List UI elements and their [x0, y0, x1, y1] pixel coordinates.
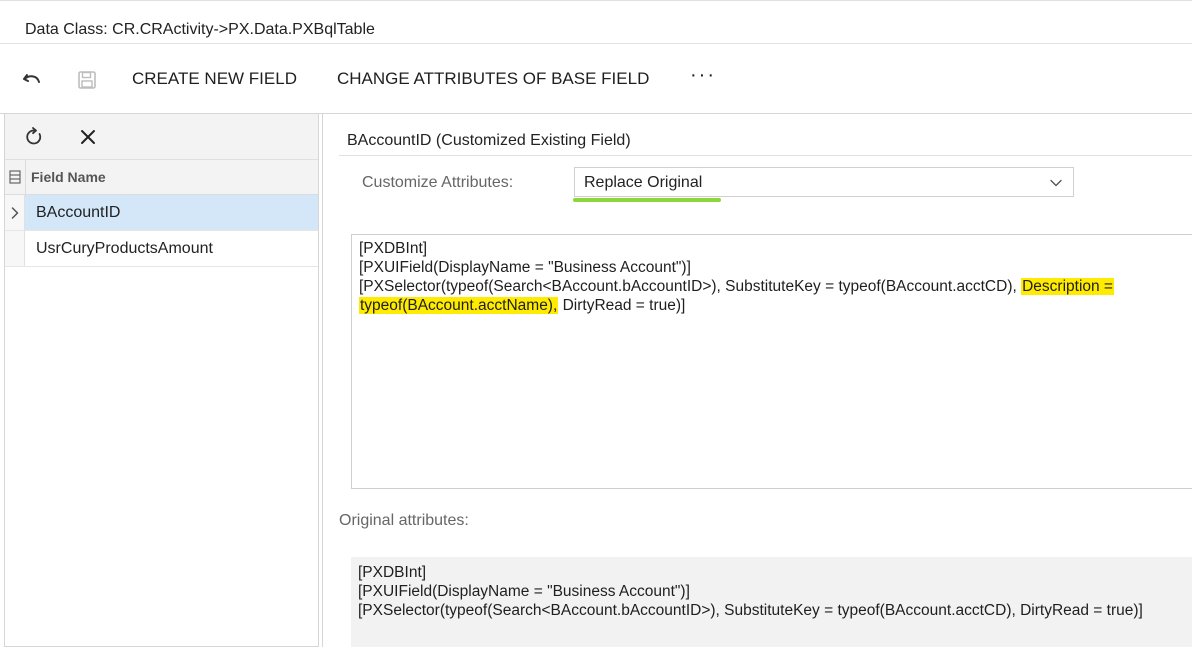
original-attributes-box: [PXDBInt] [PXUIField(DisplayName = "Busi… [351, 557, 1192, 647]
grid-header: Field Name [5, 160, 318, 195]
section-title: BAccountID (Customized Existing Field) [339, 132, 1192, 156]
field-list-panel: Field Name BAccountID UsrCuryProductsAmo… [4, 114, 319, 647]
highlighted-text: typeof(BAccount.acctName), [359, 297, 559, 314]
table-row[interactable]: BAccountID [5, 195, 318, 231]
original-attributes-label: Original attributes: [339, 512, 469, 529]
editor-text: [PXSelector(typeof(Search<BAccount.bAcco… [359, 278, 1022, 295]
focus-underline [573, 198, 721, 202]
more-menu-icon[interactable]: ··· [690, 64, 716, 87]
customize-attributes-value: Replace Original [584, 174, 703, 191]
editor-line: [PXDBInt] [359, 240, 428, 257]
create-new-field-button[interactable]: CREATE NEW FIELD [132, 69, 297, 89]
customize-attributes-select[interactable]: Replace Original [574, 167, 1074, 197]
main-toolbar: CREATE NEW FIELD CHANGE ATTRIBUTES OF BA… [0, 44, 1192, 114]
field-list-toolbar [5, 114, 318, 160]
original-line: [PXUIField(DisplayName = "Business Accou… [358, 583, 690, 600]
table-row[interactable]: UsrCuryProductsAmount [5, 231, 318, 267]
column-settings-icon[interactable] [7, 168, 23, 186]
editor-text: DirtyRead = true)] [558, 297, 686, 314]
field-name-cell[interactable]: BAccountID [25, 195, 318, 230]
row-selector-icon[interactable] [5, 195, 25, 230]
editor-line: typeof(BAccount.acctName), DirtyRead = t… [359, 296, 685, 315]
original-line: [PXDBInt] [358, 564, 427, 581]
page-header: Data Class: CR.CRActivity->PX.Data.PXBql… [0, 0, 1192, 44]
field-name-cell[interactable]: UsrCuryProductsAmount [25, 231, 318, 266]
header-separator [25, 160, 26, 195]
refresh-icon[interactable] [23, 126, 45, 148]
save-icon[interactable] [75, 68, 99, 92]
chevron-down-icon[interactable] [1049, 176, 1063, 190]
customize-attributes-label: Customize Attributes: [362, 174, 514, 191]
highlighted-text: Description = [1021, 278, 1114, 295]
row-selector[interactable] [5, 231, 25, 266]
page-title: Data Class: CR.CRActivity->PX.Data.PXBql… [25, 21, 375, 38]
editor-line: [PXSelector(typeof(Search<BAccount.bAcco… [359, 277, 1114, 296]
original-line: [PXSelector(typeof(Search<BAccount.bAcco… [358, 602, 1143, 619]
close-icon[interactable] [77, 126, 99, 148]
undo-icon[interactable] [20, 68, 44, 92]
editor-line: [PXUIField(DisplayName = "Business Accou… [359, 259, 691, 276]
attributes-editor[interactable]: [PXDBInt] [PXUIField(DisplayName = "Busi… [351, 234, 1192, 489]
change-attributes-button[interactable]: CHANGE ATTRIBUTES OF BASE FIELD [337, 69, 649, 89]
column-header-field-name[interactable]: Field Name [31, 169, 106, 185]
field-details-panel: BAccountID (Customized Existing Field) C… [322, 114, 1192, 647]
